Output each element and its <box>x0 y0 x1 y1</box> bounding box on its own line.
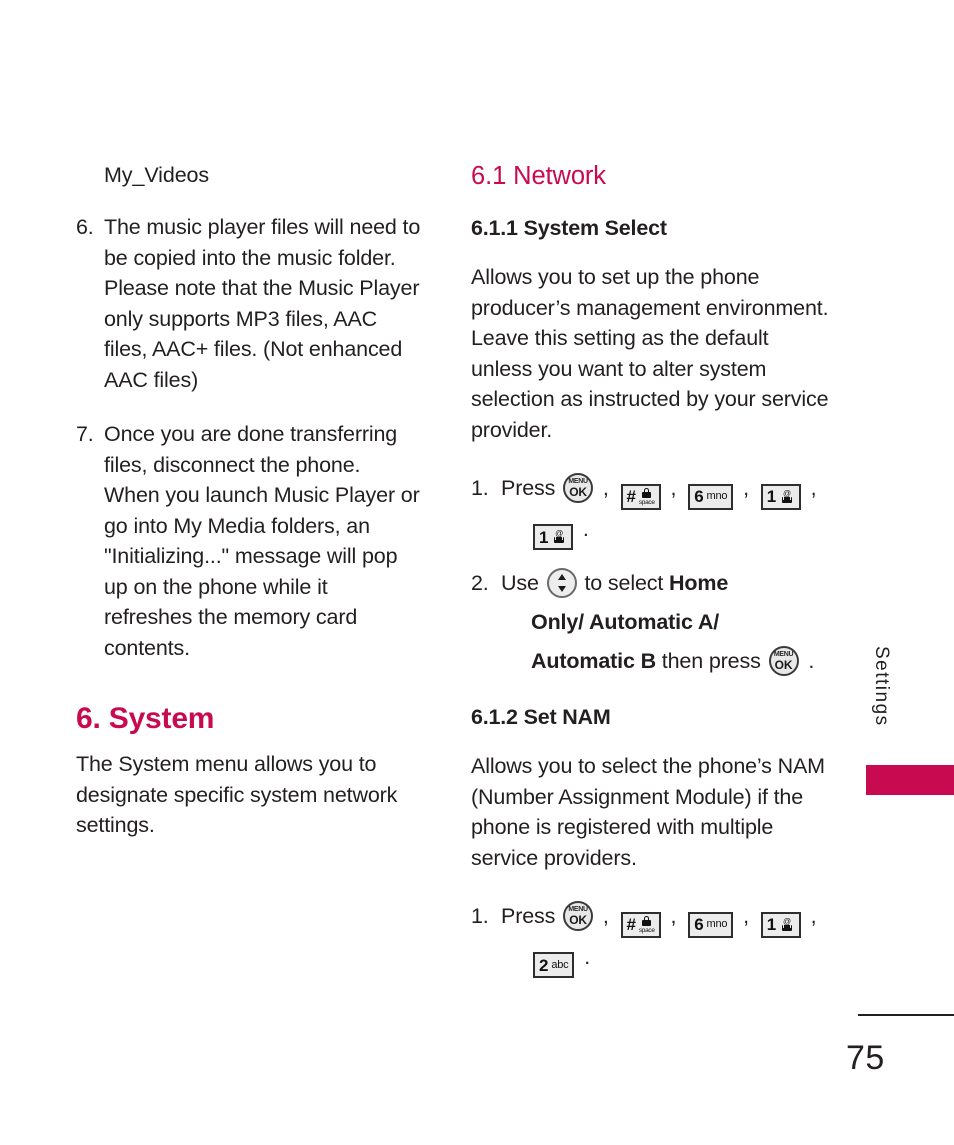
list-item: 6. The music player files will need to b… <box>76 212 421 395</box>
one-voicemail-key-icon: 1 @ <box>533 524 573 550</box>
subfolder-label: My_Videos <box>104 163 210 187</box>
step-continuation-line: Automatic B then press MENU OK . <box>501 642 831 681</box>
step-verb: Press <box>501 904 556 928</box>
subsection-heading-set-nam: 6.1.2 Set NAM <box>471 705 611 729</box>
step-number: 1. <box>471 476 489 500</box>
comma: , <box>743 476 749 500</box>
step-continuation-line: Only/ Automatic A/ <box>501 603 831 642</box>
menu-ok-key-icon: MENU OK <box>563 901 594 931</box>
step-verb: Press <box>501 476 556 500</box>
hash-key-digit: # <box>626 915 636 934</box>
list-item-text: The music player files will need to be c… <box>104 215 421 392</box>
comma: , <box>602 904 609 928</box>
list-item: 7. Once you are done transferring files,… <box>76 419 421 663</box>
comma: , <box>602 476 609 500</box>
step-continuation-line: 2 abc . <box>501 938 831 978</box>
subsection-heading-system-select: 6.1.1 System Select <box>471 216 667 240</box>
six-key-letters: mno <box>706 918 728 930</box>
hash-key-small-label: space <box>638 926 655 934</box>
up-arrow-icon <box>557 574 566 580</box>
comma: , <box>670 904 677 928</box>
hash-key-digit: # <box>626 487 636 506</box>
hash-space-key-icon: # space <box>620 911 661 938</box>
hash-key-secondary: space <box>638 915 655 934</box>
page-number: 75 <box>846 1039 885 1077</box>
hash-key-small-label: space <box>638 498 655 506</box>
hash-space-key-icon: # space <box>620 483 661 510</box>
list-item-number: 7. <box>76 422 94 446</box>
one-key-digit: 1 <box>766 487 777 506</box>
option-home: Home <box>669 571 729 595</box>
set-nam-body: Allows you to select the phone’s NAM (Nu… <box>471 754 825 870</box>
comma: , <box>743 904 749 928</box>
six-key-letters: mno <box>706 490 728 502</box>
list-item-number: 6. <box>76 215 94 239</box>
navigation-key-icon <box>546 568 577 598</box>
step-item: 2. Use to select Home Only/ Automatic A/… <box>471 564 831 681</box>
system-select-body: Allows you to set up the phone producer’… <box>471 265 829 442</box>
section-body: The System menu allows you to designate … <box>76 752 398 837</box>
two-key-digit: 2 <box>539 955 549 975</box>
step-item: 1. Press MENU OK , # space , 6 mno , 1 @… <box>471 469 831 550</box>
side-tab: Settings <box>866 646 896 766</box>
two-key-letters: abc <box>551 958 569 971</box>
period: . <box>582 516 589 541</box>
step-item: 1. Press MENU OK , # space , 6 mno , 1 @… <box>471 897 831 978</box>
lock-icon <box>642 487 652 498</box>
footer-divider <box>858 1014 954 1016</box>
comma: , <box>670 476 677 500</box>
one-voicemail-key-icon: 1 @ <box>760 911 801 938</box>
left-column: My_Videos 6. The music player files will… <box>76 160 421 865</box>
side-tab-marker <box>866 765 954 795</box>
menu-ok-key-icon: MENU OK <box>768 646 799 676</box>
menu-ok-key-bottom-label: OK <box>569 485 587 499</box>
option-automatic-b: Automatic B <box>531 649 656 673</box>
step-number: 2. <box>471 571 489 595</box>
one-voicemail-key-icon: 1 @ <box>760 483 801 510</box>
menu-ok-key-top-label: MENU <box>773 651 794 658</box>
one-key-digit: 1 <box>539 527 549 547</box>
step-middle-text: to select <box>584 571 664 595</box>
step-number: 1. <box>471 904 489 928</box>
two-abc-key-icon: 2 abc <box>533 952 575 978</box>
six-key-digit: 6 <box>694 487 704 506</box>
one-key-digit: 1 <box>766 915 777 934</box>
six-mno-key-icon: 6 mno <box>688 483 734 510</box>
menu-ok-key-bottom-label: OK <box>569 913 587 927</box>
period: . <box>808 649 815 673</box>
comma: , <box>810 904 817 928</box>
step-continuation-line: 1 @ . <box>501 510 831 550</box>
lock-icon <box>642 915 652 926</box>
menu-ok-key-top-label: MENU <box>568 478 588 485</box>
menu-ok-key-icon: MENU OK <box>563 473 594 503</box>
side-tab-label: Settings <box>871 646 892 727</box>
down-arrow-icon <box>557 586 566 592</box>
menu-ok-key-top-label: MENU <box>568 906 588 913</box>
voicemail-icon: @ <box>781 489 793 503</box>
comma: , <box>810 476 817 500</box>
subsection-heading-network: 6.1 Network <box>471 162 606 190</box>
voicemail-icon: @ <box>553 530 565 543</box>
step-tail-text: then press <box>661 649 761 673</box>
six-key-digit: 6 <box>694 915 704 934</box>
period: . <box>584 944 591 969</box>
list-item-text: Once you are done transferring files, di… <box>104 422 420 660</box>
section-heading: 6. System <box>76 702 215 735</box>
manual-page: My_Videos 6. The music player files will… <box>0 0 954 1145</box>
right-column: 6.1 Network 6.1.1 System Select Allows y… <box>471 160 831 992</box>
step-lead: Use <box>501 571 539 595</box>
voicemail-icon: @ <box>781 917 793 931</box>
six-mno-key-icon: 6 mno <box>688 911 734 938</box>
menu-ok-key-bottom-label: OK <box>774 658 793 672</box>
hash-key-secondary: space <box>638 487 655 506</box>
option-only-automatic-a: Only/ Automatic A/ <box>531 610 720 634</box>
